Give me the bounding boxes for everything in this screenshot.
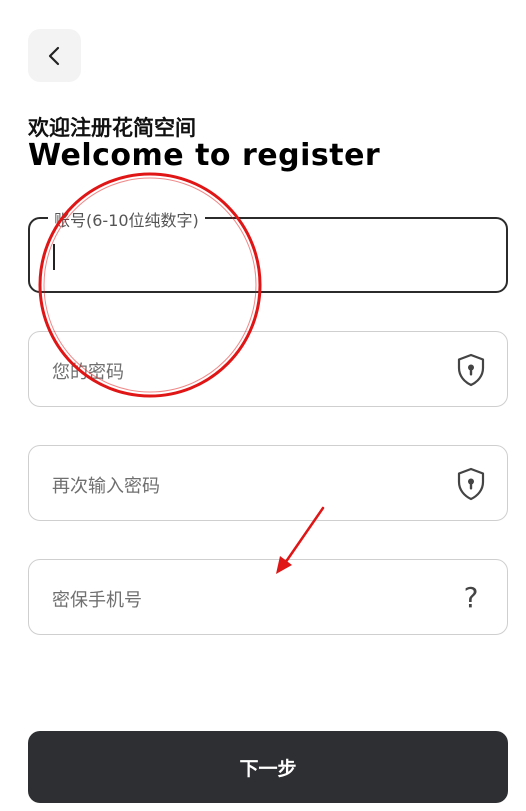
confirm-password-field[interactable]: 再次输入密码 — [28, 445, 508, 521]
text-cursor — [53, 244, 55, 270]
next-step-label: 下一步 — [239, 757, 297, 780]
question-mark-icon[interactable]: ? — [455, 581, 487, 615]
password-field[interactable]: 您的密码 — [28, 331, 508, 407]
account-field-label: 账号(6-10位纯数字) — [48, 207, 205, 231]
shield-lock-icon[interactable] — [455, 467, 487, 501]
chevron-left-icon — [48, 46, 59, 65]
security-phone-placeholder: 密保手机号 — [52, 590, 142, 611]
account-field[interactable]: 账号(6-10位纯数字) — [28, 207, 508, 293]
help-glyph: ? — [463, 581, 479, 614]
confirm-password-placeholder: 再次输入密码 — [52, 476, 160, 497]
password-placeholder: 您的密码 — [52, 362, 124, 383]
security-phone-field[interactable]: 密保手机号 ? — [28, 559, 508, 635]
page-title-en: Welcome to register — [28, 138, 381, 173]
back-button[interactable] — [28, 29, 81, 82]
shield-lock-icon[interactable] — [455, 353, 487, 387]
next-step-button[interactable]: 下一步 — [28, 731, 508, 803]
